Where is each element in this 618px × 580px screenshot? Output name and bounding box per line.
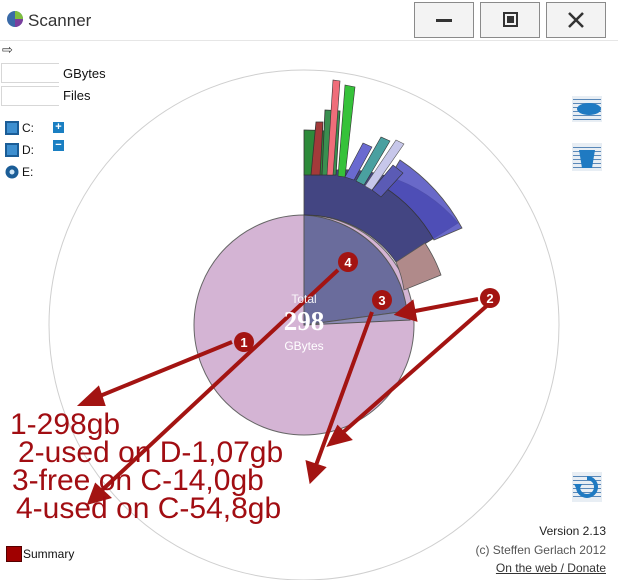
refresh-button[interactable] (570, 470, 604, 504)
summary-label[interactable]: Summary (23, 547, 74, 561)
annotation-4: 4-used on C-54,8gb (16, 492, 282, 525)
marker-2: 2 (486, 291, 493, 306)
summary-color-swatch (6, 546, 22, 562)
web-donate-link[interactable]: On the web / Donate (496, 561, 606, 575)
version-text: Version 2.13 (539, 524, 606, 538)
marker-3: 3 (378, 293, 385, 308)
delete-button[interactable] (570, 141, 604, 175)
drive-tool-icon (577, 103, 601, 115)
marker-4: 4 (344, 255, 352, 270)
open-folder-button[interactable] (570, 92, 604, 126)
copyright-text: (c) Steffen Gerlach 2012 (475, 543, 606, 557)
marker-1: 1 (240, 335, 247, 350)
